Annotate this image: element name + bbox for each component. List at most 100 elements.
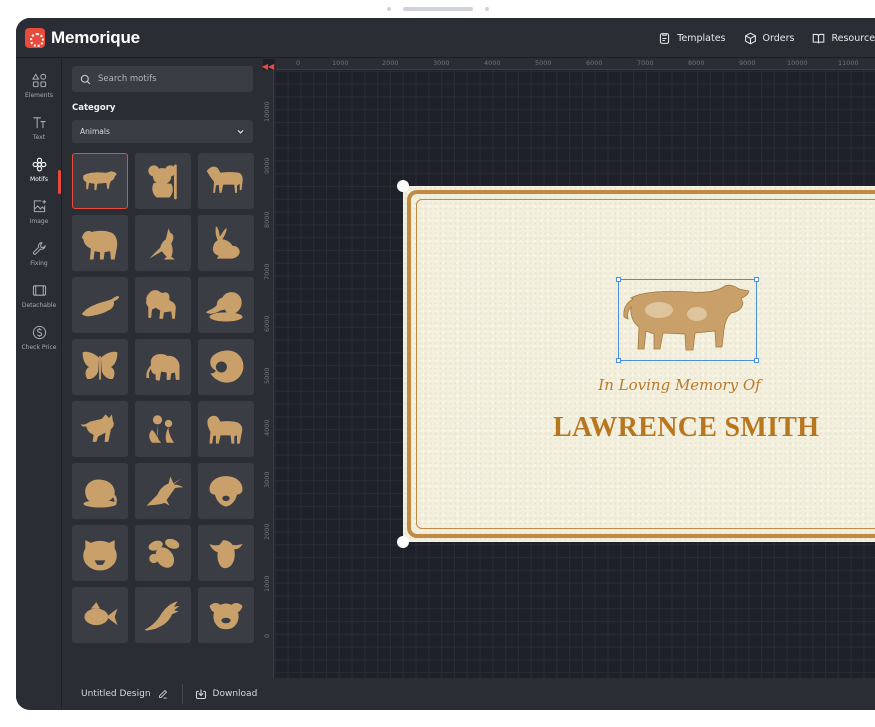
kangaroo-motif	[149, 228, 175, 260]
motif-tile-cow[interactable]	[198, 525, 254, 581]
ruler-tick: 1000	[332, 59, 349, 67]
download-label: Download	[212, 689, 258, 699]
rail-item-fixing[interactable]: Fixing	[16, 234, 62, 274]
motif-tile-goldfish[interactable]	[72, 587, 128, 643]
koala-motif	[148, 164, 177, 200]
bee-motif	[148, 538, 180, 568]
ruler-tick: 3000	[433, 59, 450, 67]
motif-tile-kangaroo[interactable]	[135, 215, 191, 271]
logo-icon	[25, 27, 45, 48]
pencil-icon	[158, 689, 167, 699]
nav-orders[interactable]: Orders	[744, 32, 794, 45]
ruler-tick: 9000	[263, 157, 271, 174]
box-icon	[744, 32, 756, 44]
header-nav: Templates Orders Resources	[658, 18, 875, 58]
download-button[interactable]: Download	[195, 688, 258, 700]
logo[interactable]: Memorique	[25, 27, 140, 48]
nav-resources-label: Resources	[831, 32, 875, 44]
tiger-motif	[83, 540, 117, 571]
rail-item-motifs[interactable]: Motifs	[16, 150, 62, 190]
motifs-panel: Category Animals	[62, 58, 262, 710]
motif-tile-bear[interactable]	[72, 215, 128, 271]
nav-templates[interactable]: Templates	[658, 32, 726, 45]
ruler-tick: 9000	[739, 59, 756, 67]
butterfly-motif	[82, 351, 118, 380]
active-indicator	[58, 170, 61, 194]
window-handle	[0, 6, 875, 12]
download-icon	[195, 689, 206, 700]
squirrel-motif	[205, 292, 243, 322]
motif-tile-pug[interactable]	[198, 587, 254, 643]
rail-label: Image	[29, 218, 49, 225]
ruler-tick: 6000	[586, 59, 603, 67]
image-icon	[33, 199, 46, 213]
resize-handle[interactable]	[754, 277, 759, 282]
search-box[interactable]	[72, 66, 253, 92]
resize-handle[interactable]	[616, 277, 621, 282]
search-input[interactable]	[98, 74, 238, 84]
motif-tile-rat[interactable]	[72, 463, 128, 519]
goldfish-motif	[84, 602, 118, 626]
rail-item-check-price[interactable]: Check Price	[16, 318, 62, 358]
motif-tile-koala[interactable]	[135, 153, 191, 209]
rail-item-detachable[interactable]: Detachable	[16, 276, 62, 316]
motif-tile-bee[interactable]	[135, 525, 191, 581]
plaque[interactable]: In Loving Memory Of LAWRENCE SMITH	[397, 180, 875, 548]
pony-motif	[207, 415, 243, 444]
category-label: Category	[72, 103, 116, 113]
ruler-tick: 6000	[263, 315, 271, 332]
motif-tile-swordfish[interactable]	[135, 463, 191, 519]
motif-tile-lion[interactable]	[198, 339, 254, 395]
nav-resources[interactable]: Resources	[812, 32, 875, 45]
detachable-icon	[32, 285, 46, 296]
handle-dot	[484, 7, 489, 11]
resize-handle[interactable]	[616, 358, 621, 363]
plaque-subtitle[interactable]: In Loving Memory Of	[403, 376, 875, 394]
rail-item-elements[interactable]: Elements	[16, 66, 62, 106]
rail-label: Motifs	[29, 176, 49, 183]
motif-tile-platypus[interactable]	[72, 277, 128, 333]
plaque-corner	[397, 180, 409, 192]
ruler-tick: 1000	[263, 575, 271, 592]
rail-item-text[interactable]: Text	[16, 108, 62, 148]
motif-tile-cat[interactable]	[72, 401, 128, 457]
dog-motif	[146, 290, 176, 319]
bear-motif	[81, 230, 118, 260]
rabbit-motif	[212, 226, 240, 259]
motif-tile-squirrel[interactable]	[198, 277, 254, 333]
motif-tile-dog[interactable]	[135, 277, 191, 333]
ruler-tick: 4000	[263, 419, 271, 436]
ruler-tick: 5000	[263, 367, 271, 384]
plaque-border-inner	[416, 199, 875, 529]
template-icon	[660, 32, 670, 44]
selected-motif[interactable]	[616, 277, 759, 363]
motif-tile-labrador[interactable]	[198, 463, 254, 519]
motif-tile-flowers[interactable]	[135, 401, 191, 457]
plaque-name[interactable]: LAWRENCE SMITH	[553, 412, 819, 444]
design-title-label: Untitled Design	[81, 689, 151, 699]
motif-tile-rabbit[interactable]	[198, 215, 254, 271]
design-title[interactable]: Untitled Design	[81, 689, 168, 699]
motif-tile-pony[interactable]	[198, 401, 254, 457]
labrador-motif	[209, 476, 243, 507]
motif-tile-horse[interactable]	[198, 153, 254, 209]
motif-tile-eagle[interactable]	[135, 587, 191, 643]
resize-handle[interactable]	[754, 358, 759, 363]
motif-tile-elephant[interactable]	[135, 339, 191, 395]
ruler-tick: 4000	[484, 59, 501, 67]
ruler-tick: 7000	[637, 59, 654, 67]
book-icon	[813, 33, 825, 43]
tool-rail: Elements Text Motifs Image Fixing Detach…	[16, 58, 62, 710]
motif-tile-bull[interactable]	[72, 153, 128, 209]
flowers-motif	[149, 415, 174, 443]
ruler-left: 10000 9000 8000 7000 6000 5000 4000 3000…	[262, 70, 274, 678]
category-value: Animals	[80, 127, 110, 136]
dollar-icon	[32, 325, 46, 340]
rail-label: Check Price	[21, 344, 57, 351]
motif-tile-tiger[interactable]	[72, 525, 128, 581]
elements-icon	[31, 73, 46, 88]
category-select[interactable]: Animals	[72, 120, 253, 143]
rail-item-image[interactable]: Image	[16, 192, 62, 232]
motif-tile-butterfly[interactable]	[72, 339, 128, 395]
ruler-tick: 7000	[263, 263, 271, 280]
